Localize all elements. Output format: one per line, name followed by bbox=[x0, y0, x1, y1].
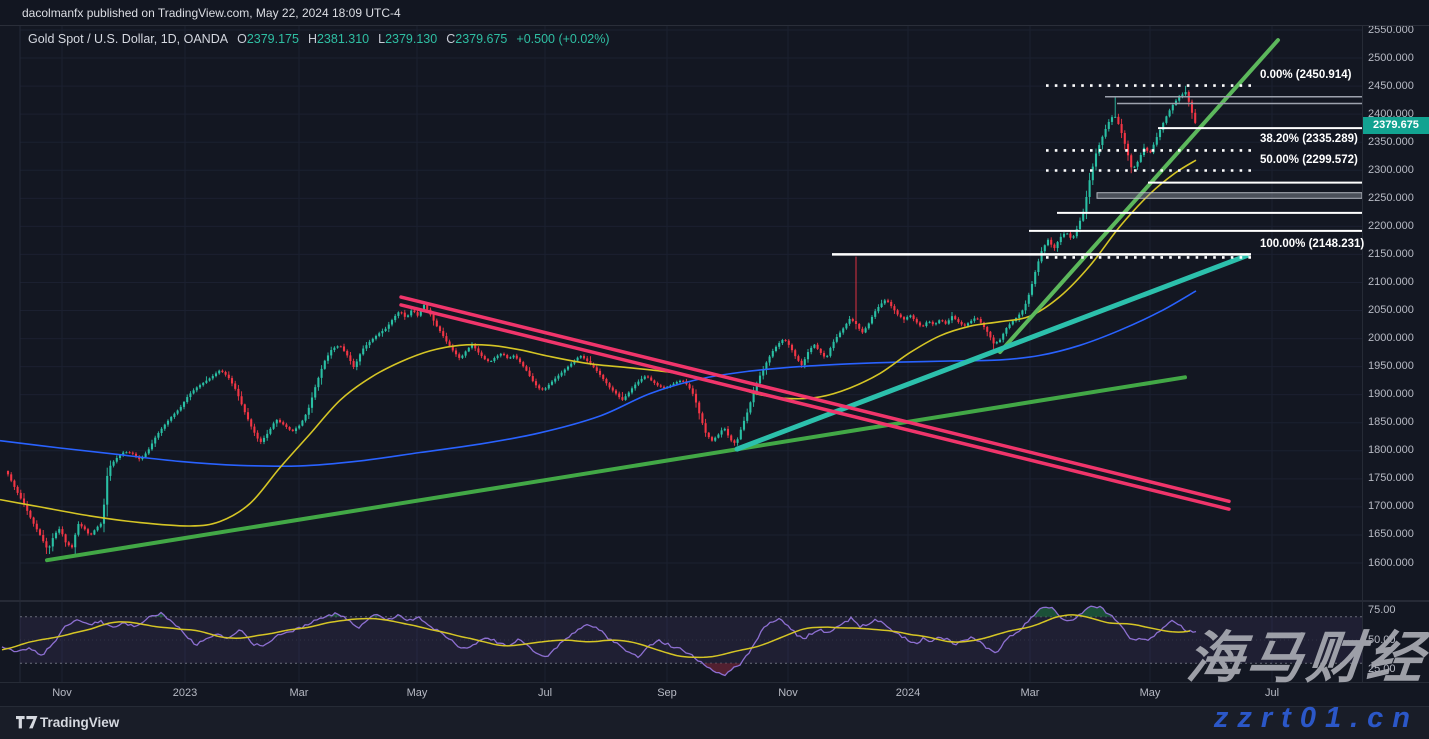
open-label: O bbox=[237, 32, 247, 46]
trendlines-layer bbox=[45, 38, 1280, 563]
publish-header-bar: dacolmanfx published on TradingView.com,… bbox=[0, 0, 1429, 26]
publish-attribution-text: dacolmanfx published on TradingView.com,… bbox=[22, 6, 401, 20]
last-price-tag: 2379.675 bbox=[1363, 117, 1429, 134]
tradingview-logo-icon[interactable] bbox=[16, 716, 38, 734]
teal-trendline bbox=[734, 253, 1250, 452]
watermark-chinese-text: 海马财经 bbox=[1183, 626, 1429, 689]
tradingview-published-chart: dacolmanfx published on TradingView.com,… bbox=[0, 0, 1429, 739]
descending-channel-upper bbox=[399, 295, 1231, 504]
close-value: 2379.675 bbox=[455, 32, 508, 46]
symbol-title: Gold Spot / U.S. Dollar, 1D, OANDA bbox=[28, 32, 229, 46]
high-label: H bbox=[307, 32, 317, 46]
grid-layer bbox=[19, 26, 1362, 682]
open-value: 2379.175 bbox=[246, 32, 299, 46]
watermark-url-text: zzrt01.cn bbox=[1213, 702, 1419, 734]
low-value: 2379.130 bbox=[385, 32, 438, 46]
change-value: +0.500 (+0.02%) bbox=[516, 32, 610, 46]
levels-layer bbox=[832, 96, 1363, 256]
high-value: 2381.310 bbox=[316, 32, 370, 46]
tradingview-brand-link[interactable]: TradingView bbox=[40, 715, 119, 730]
chart-legend: Gold Spot / U.S. Dollar, 1D, OANDA O2379.… bbox=[28, 32, 610, 46]
close-label: C bbox=[446, 32, 456, 46]
rising-support-trendline bbox=[45, 375, 1187, 563]
rsi-band-layer bbox=[20, 616, 1362, 664]
